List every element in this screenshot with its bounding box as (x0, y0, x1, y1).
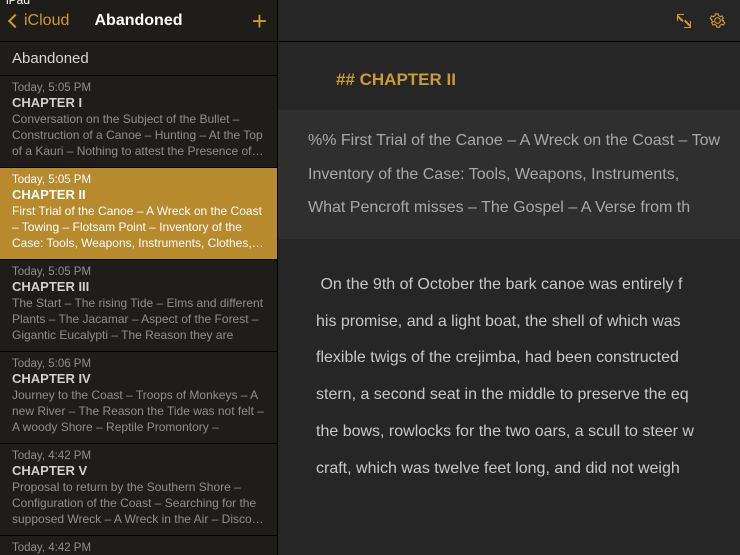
note-date: Today, 5:05 PM (12, 266, 265, 278)
back-button[interactable]: iCloud (10, 12, 69, 30)
note-heading: ## CHAPTER II (278, 42, 740, 110)
note-title: CHAPTER V (12, 463, 265, 478)
note-list: Today, 5:05 PMCHAPTER IConversation on t… (0, 76, 277, 555)
note-preview: Conversation on the Subject of the Bulle… (12, 111, 265, 159)
note-subtitle: %% First Trial of the Canoe – A Wreck on… (278, 110, 740, 239)
note-title: CHAPTER I (12, 95, 265, 110)
note-date: Today, 4:42 PM (12, 542, 265, 554)
list-item[interactable]: Today, 5:05 PMCHAPTER IIIThe Start – The… (0, 260, 277, 352)
folder-label: Abandoned (0, 42, 277, 76)
list-item[interactable]: Today, 4:42 PMCHAPTER VProposal to retur… (0, 444, 277, 536)
note-title: CHAPTER II (12, 187, 265, 202)
note-date: Today, 5:06 PM (12, 358, 265, 370)
list-item[interactable]: Today, 5:06 PMCHAPTER IVJourney to the C… (0, 352, 277, 444)
new-note-button[interactable]: + (252, 8, 267, 34)
back-label: iCloud (24, 12, 69, 30)
note-preview: Proposal to return by the Southern Shore… (12, 479, 265, 527)
chevron-left-icon (8, 13, 22, 27)
note-preview: First Trial of the Canoe – A Wreck on th… (12, 203, 265, 251)
note-preview: Journey to the Coast – Troops of Monkeys… (12, 387, 265, 435)
note-date: Today, 4:42 PM (12, 450, 265, 462)
note-date: Today, 5:05 PM (12, 82, 265, 94)
editor: ## CHAPTER II %% First Trial of the Cano… (278, 0, 740, 555)
fullscreen-icon[interactable] (677, 14, 691, 28)
sidebar: iCloud Abandoned + Abandoned Today, 5:05… (0, 0, 278, 555)
note-title: CHAPTER IV (12, 371, 265, 386)
note-date: Today, 5:05 PM (12, 174, 265, 186)
sidebar-title: Abandoned (95, 12, 183, 30)
list-item[interactable]: Today, 5:05 PMCHAPTER IConversation on t… (0, 76, 277, 168)
gear-icon[interactable] (709, 12, 726, 29)
list-item[interactable]: Today, 4:42 PMCHAPTER VI (0, 536, 277, 555)
note-preview: The Start – The rising Tide – Elms and d… (12, 295, 265, 343)
list-item[interactable]: Today, 5:05 PMCHAPTER IIFirst Trial of t… (0, 168, 277, 260)
note-body: On the 9th of October the bark canoe was… (278, 239, 740, 488)
editor-body[interactable]: ## CHAPTER II %% First Trial of the Cano… (278, 42, 740, 555)
note-title: CHAPTER III (12, 279, 265, 294)
